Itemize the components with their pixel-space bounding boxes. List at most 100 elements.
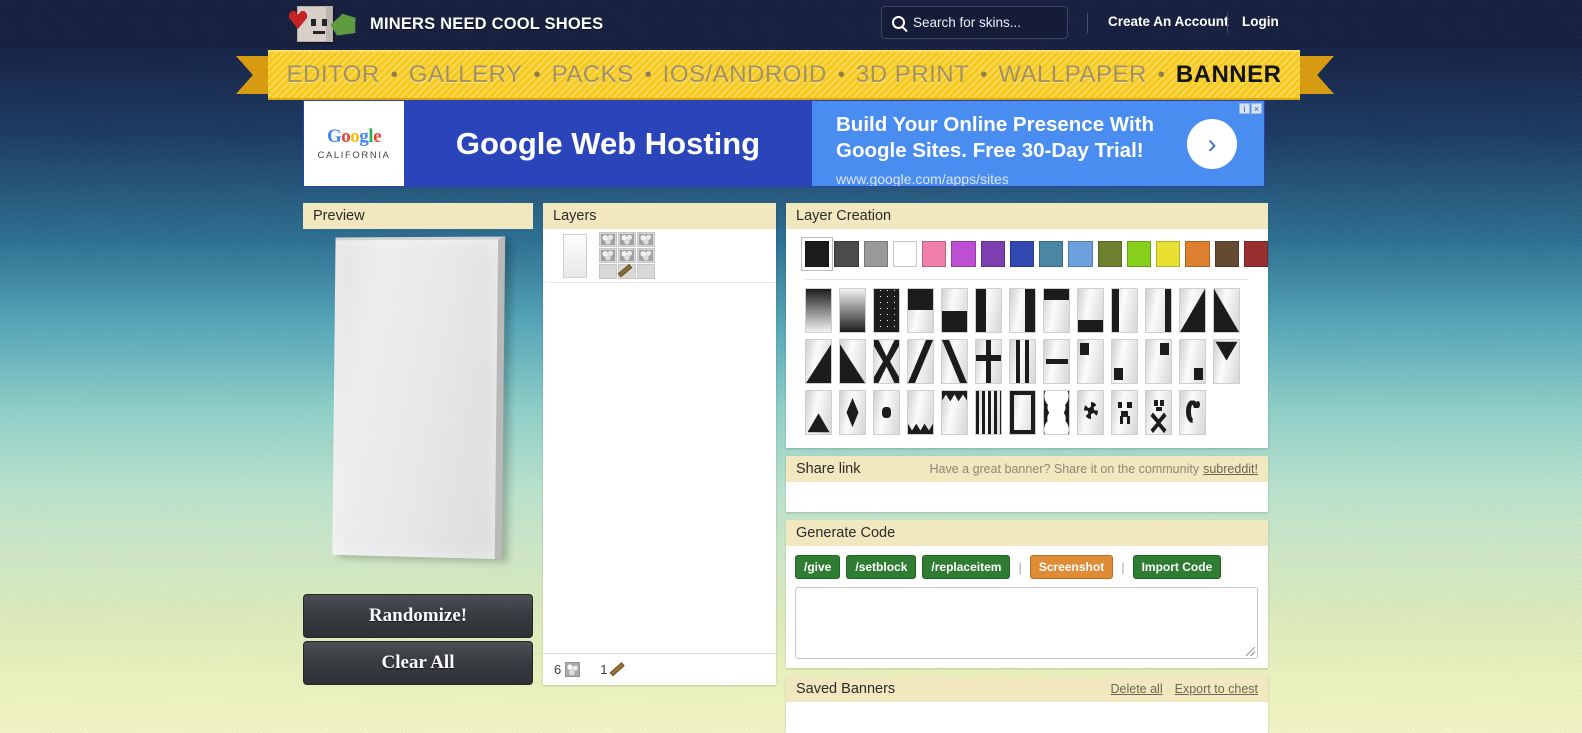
pattern-small-stripes[interactable] xyxy=(975,390,1002,435)
export-to-chest-link[interactable]: Export to chest xyxy=(1175,682,1258,696)
color-swatch-green[interactable] xyxy=(1097,241,1122,267)
nav-item-packs[interactable]: PACKS xyxy=(552,61,634,89)
color-swatch-white[interactable] xyxy=(892,241,917,267)
nav-item-editor[interactable]: EDITOR xyxy=(287,61,380,89)
pattern-triangles-bottom[interactable] xyxy=(907,390,934,435)
subreddit-link[interactable]: subreddit! xyxy=(1203,462,1258,476)
pattern-stripe-center-bottom[interactable] xyxy=(1077,288,1104,333)
crafting-cell-wool xyxy=(599,248,617,263)
layer-row[interactable] xyxy=(543,228,776,283)
pattern-triangle-top[interactable] xyxy=(1213,339,1240,384)
nav-separator: • xyxy=(533,63,541,86)
share-link-input[interactable] xyxy=(786,482,1268,512)
pattern-cross[interactable] xyxy=(873,339,900,384)
color-swatch-row[interactable] xyxy=(786,229,1268,270)
nav-item-3d-print[interactable]: 3D PRINT xyxy=(856,61,969,89)
saved-banners-header: Saved Banners Delete all Export to chest xyxy=(786,676,1268,702)
create-account-link[interactable]: Create An Account xyxy=(1108,14,1229,29)
pattern-half-right[interactable] xyxy=(1009,288,1036,333)
layers-title: Layers xyxy=(553,208,597,224)
pattern-diagonal-left[interactable] xyxy=(1213,288,1240,333)
layers-panel: Layers 61 xyxy=(543,203,776,685)
ad-close-icon[interactable]: × xyxy=(1251,103,1262,114)
clear-all-button[interactable]: Clear All xyxy=(303,641,533,685)
pattern-stripe-right[interactable] xyxy=(1145,288,1172,333)
pattern-diagonal-bottom-right[interactable] xyxy=(805,339,832,384)
pattern-stripe-middle[interactable] xyxy=(1009,339,1036,384)
pattern-creeper[interactable] xyxy=(1111,390,1138,435)
pattern-skull[interactable] xyxy=(1145,390,1172,435)
pattern-gradient-up[interactable] xyxy=(839,288,866,333)
saved-banners-list xyxy=(786,702,1268,733)
preview-title: Preview xyxy=(313,208,365,224)
delete-all-link[interactable]: Delete all xyxy=(1111,682,1163,696)
pattern-stripe-left[interactable] xyxy=(1111,288,1138,333)
search-placeholder: Search for skins... xyxy=(913,15,1022,30)
pattern-straight-cross[interactable] xyxy=(975,339,1002,384)
banner-preview[interactable] xyxy=(332,236,506,560)
code-button-give[interactable]: /give xyxy=(795,555,841,579)
share-link-note-wrap: Have a great banner? Share it on the com… xyxy=(929,462,1258,476)
pattern-half-bottom[interactable] xyxy=(941,288,968,333)
pattern-half-left[interactable] xyxy=(975,288,1002,333)
color-swatch-light-blue[interactable] xyxy=(1068,241,1093,267)
nav-item-ios-android[interactable]: IOS/ANDROID xyxy=(663,61,827,89)
pattern-diagonal-bottom-left[interactable] xyxy=(839,339,866,384)
ad-info-icon[interactable]: i xyxy=(1239,103,1250,114)
site-brand[interactable]: MINERS NEED COOL SHOES xyxy=(287,2,603,46)
pattern-square-top-left[interactable] xyxy=(1077,339,1104,384)
pattern-half-top[interactable] xyxy=(907,288,934,333)
pattern-diagonal-right[interactable] xyxy=(1179,288,1206,333)
pattern-square-top-left-band[interactable] xyxy=(1043,288,1070,333)
crafting-cell-wool xyxy=(637,248,655,263)
login-link[interactable]: Login xyxy=(1242,14,1279,29)
generate-code-textarea[interactable] xyxy=(795,587,1258,659)
search-input[interactable]: Search for skins... xyxy=(881,6,1068,39)
pattern-border[interactable] xyxy=(1009,390,1036,435)
pattern-square-top-right[interactable] xyxy=(1145,339,1172,384)
pattern-stripe-center-horizontal[interactable] xyxy=(1043,339,1070,384)
nav-separator: • xyxy=(644,63,652,86)
pattern-flower[interactable] xyxy=(1077,390,1104,435)
color-swatch-brown[interactable] xyxy=(1214,241,1239,267)
color-swatch-black[interactable] xyxy=(801,238,833,270)
crafting-recipe-grid xyxy=(599,232,655,279)
color-swatch-pink[interactable] xyxy=(922,241,947,267)
pattern-bricks[interactable] xyxy=(873,288,900,333)
pattern-square-bottom-right[interactable] xyxy=(1179,339,1206,384)
pattern-curly-border[interactable] xyxy=(1043,390,1070,435)
nav-item-banner[interactable]: BANNER xyxy=(1176,61,1282,89)
color-swatch-magenta[interactable] xyxy=(951,241,976,267)
pattern-rhombus[interactable] xyxy=(839,390,866,435)
nav-item-gallery[interactable]: GALLERY xyxy=(409,61,523,89)
pattern-stripe-downright[interactable] xyxy=(907,339,934,384)
nav-item-wallpaper[interactable]: WALLPAPER xyxy=(998,61,1147,89)
color-swatch-red[interactable] xyxy=(1243,241,1268,267)
advertisement-banner[interactable]: Google CALIFORNIA Google Web Hosting Bui… xyxy=(303,100,1265,187)
color-swatch-dark-gray[interactable] xyxy=(834,241,859,267)
color-swatch-lime[interactable] xyxy=(1126,241,1151,267)
pattern-stripe-downleft[interactable] xyxy=(941,339,968,384)
pattern-triangles-top[interactable] xyxy=(941,390,968,435)
pattern-small-circle[interactable] xyxy=(873,390,900,435)
ad-next-arrow-icon[interactable]: › xyxy=(1187,119,1237,169)
code-button-setblock[interactable]: /setblock xyxy=(846,555,917,579)
pattern-triangle-bottom[interactable] xyxy=(805,390,832,435)
color-swatch-purple[interactable] xyxy=(980,241,1005,267)
code-button-replaceitem[interactable]: /replaceitem xyxy=(922,555,1011,579)
color-swatch-cyan[interactable] xyxy=(1039,241,1064,267)
pattern-mojang[interactable] xyxy=(1179,390,1206,435)
pattern-grid[interactable] xyxy=(786,280,1268,435)
color-swatch-gray[interactable] xyxy=(863,241,888,267)
layer-list[interactable] xyxy=(543,228,776,653)
ad-logo-sub: CALIFORNIA xyxy=(317,150,391,161)
color-swatch-orange[interactable] xyxy=(1185,241,1210,267)
code-button-import-code[interactable]: Import Code xyxy=(1132,555,1222,579)
layer-thumbnail[interactable] xyxy=(563,233,587,278)
pattern-square-bottom-left[interactable] xyxy=(1111,339,1138,384)
randomize-button[interactable]: Randomize! xyxy=(303,594,533,638)
color-swatch-blue[interactable] xyxy=(1009,241,1034,267)
pattern-gradient[interactable] xyxy=(805,288,832,333)
code-button-screenshot[interactable]: Screenshot xyxy=(1029,555,1114,579)
color-swatch-yellow[interactable] xyxy=(1156,241,1181,267)
